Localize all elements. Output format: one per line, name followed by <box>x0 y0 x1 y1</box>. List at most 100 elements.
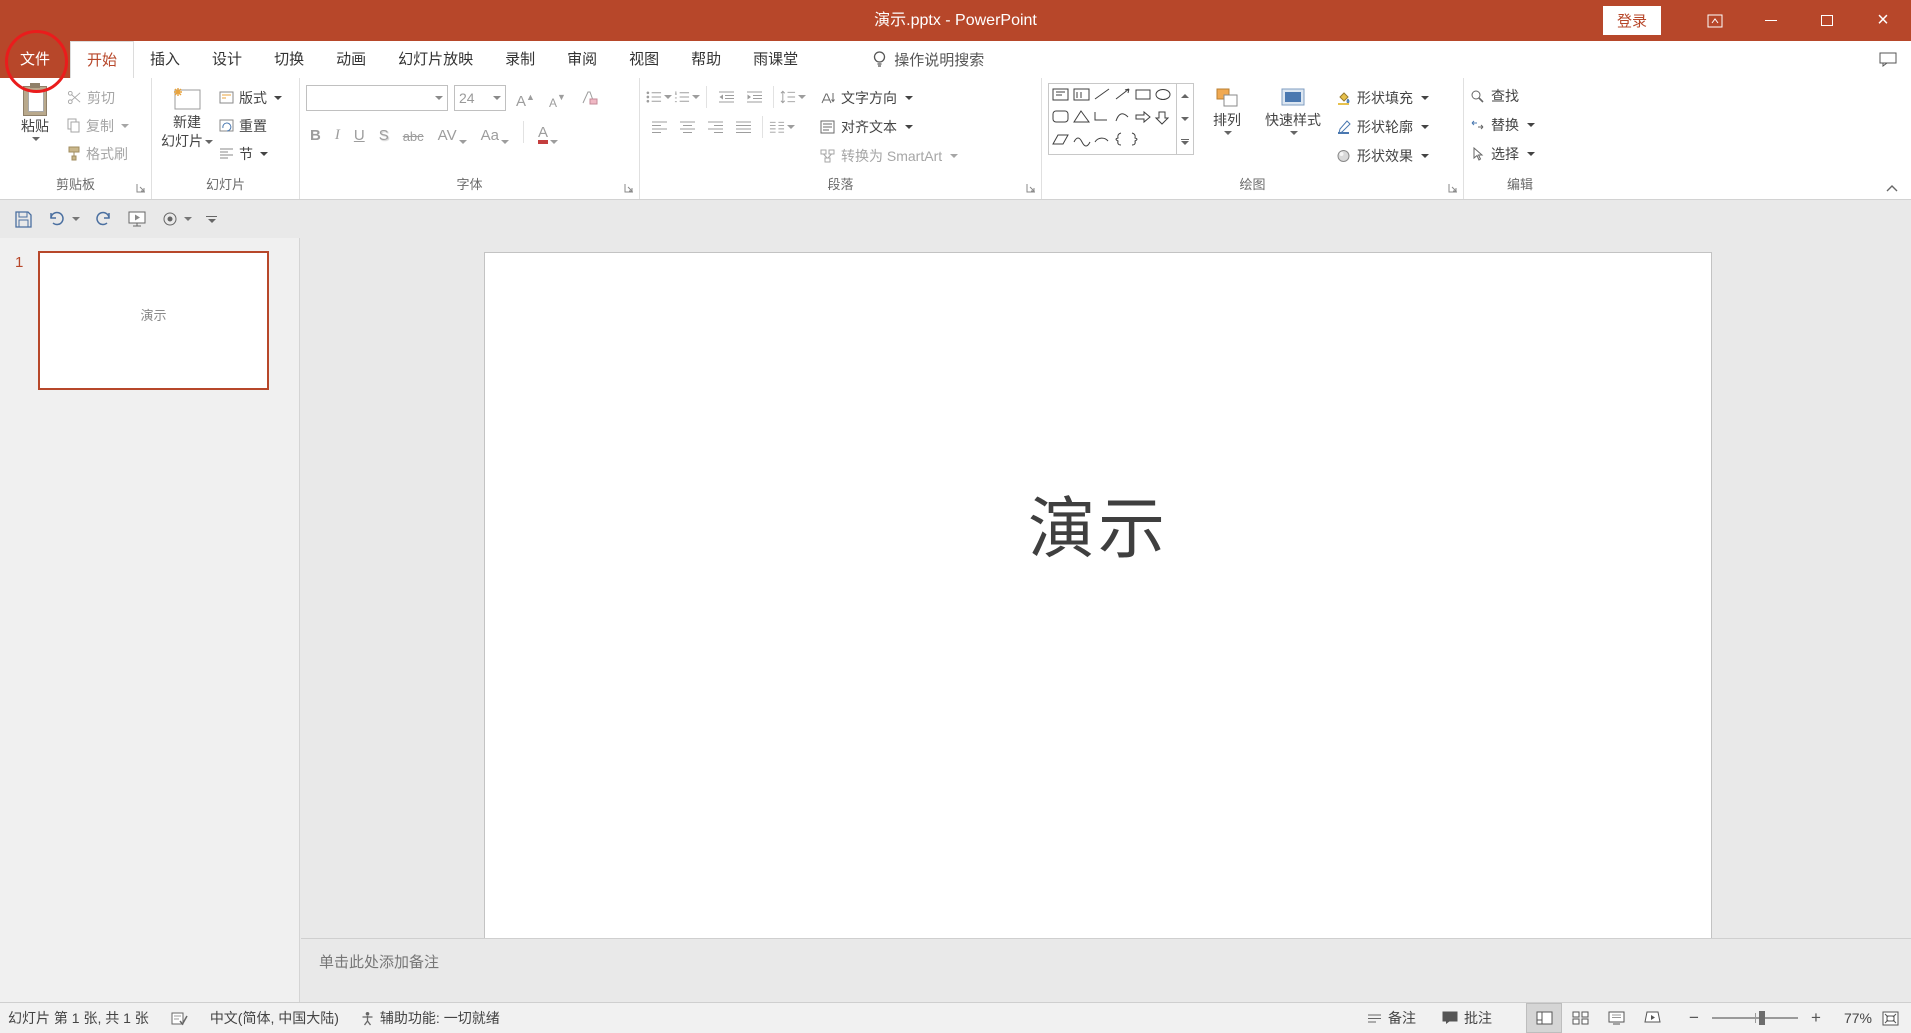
tab-design[interactable]: 设计 <box>196 41 258 78</box>
paste-dropdown-icon[interactable] <box>32 137 40 141</box>
zoom-in-button[interactable]: + <box>1806 1008 1826 1028</box>
gallery-more-button[interactable] <box>1177 131 1193 154</box>
tab-review[interactable]: 审阅 <box>551 41 613 78</box>
replace-dropdown-icon[interactable] <box>1527 123 1535 127</box>
font-name-combo[interactable] <box>306 85 448 111</box>
underline-button[interactable]: U <box>350 120 369 144</box>
bold-button[interactable]: B <box>306 120 325 144</box>
drawing-dialog-launcher[interactable] <box>1447 182 1459 194</box>
comments-toggle-button[interactable]: 批注 <box>1442 1008 1492 1028</box>
decrease-font-button[interactable]: A▼ <box>545 86 570 110</box>
slideshow-view-button[interactable] <box>1634 1003 1670 1033</box>
layout-button[interactable]: 版式 <box>216 85 285 110</box>
arrange-button[interactable]: 排列 <box>1204 83 1250 175</box>
language-status-button[interactable]: 中文(简体, 中国大陆) <box>210 1008 339 1028</box>
convert-smartart-dropdown-icon[interactable] <box>950 154 958 158</box>
change-case-button[interactable]: Aa <box>477 120 513 144</box>
cut-button[interactable]: 剪切 <box>64 85 132 110</box>
character-spacing-dropdown-icon[interactable] <box>459 140 467 144</box>
font-size-combo[interactable]: 24 <box>454 85 506 111</box>
slide-title-text[interactable]: 演示 <box>1028 475 1168 572</box>
save-button[interactable] <box>14 210 33 229</box>
redo-button[interactable] <box>94 210 113 228</box>
customize-qat-button[interactable] <box>206 216 217 223</box>
file-tab[interactable]: 文件 <box>0 41 70 78</box>
zoom-slider-handle[interactable] <box>1759 1011 1765 1025</box>
slide-thumbnail[interactable]: 演示 <box>38 251 269 390</box>
replace-button[interactable]: 替换 <box>1470 112 1570 137</box>
font-name-dropdown-icon[interactable] <box>435 96 443 100</box>
shape-outline-dropdown-icon[interactable] <box>1421 125 1429 129</box>
align-text-dropdown-icon[interactable] <box>905 125 913 129</box>
font-size-dropdown-icon[interactable] <box>493 96 501 100</box>
tab-transitions[interactable]: 切换 <box>258 41 320 78</box>
shape-gallery[interactable] <box>1048 83 1194 155</box>
copy-dropdown-icon[interactable] <box>121 124 129 128</box>
accessibility-status-button[interactable]: 辅助功能: 一切就绪 <box>361 1008 500 1028</box>
shape-outline-button[interactable]: 形状轮廓 <box>1336 114 1429 139</box>
tab-slideshow[interactable]: 幻灯片放映 <box>382 41 489 78</box>
touch-mode-dropdown-icon[interactable] <box>184 217 192 221</box>
convert-smartart-button[interactable]: 转换为 SmartArt <box>820 143 958 168</box>
normal-view-button[interactable] <box>1526 1003 1562 1033</box>
tellme-search[interactable]: 操作说明搜索 <box>872 41 984 78</box>
text-direction-button[interactable]: 文字方向 <box>820 85 958 110</box>
copy-button[interactable]: 复制 <box>64 113 132 138</box>
numbering-dropdown-icon[interactable] <box>692 95 700 99</box>
gallery-scroll-down-button[interactable] <box>1177 107 1193 130</box>
align-left-button[interactable] <box>646 115 672 139</box>
paste-button[interactable]: 粘贴 <box>6 83 64 175</box>
layout-dropdown-icon[interactable] <box>274 96 282 100</box>
tab-help[interactable]: 帮助 <box>675 41 737 78</box>
clear-formatting-button[interactable] <box>576 86 602 110</box>
character-spacing-button[interactable]: AV <box>434 120 471 144</box>
text-direction-dropdown-icon[interactable] <box>905 96 913 100</box>
numbering-button[interactable] <box>674 85 700 109</box>
font-color-button[interactable]: A <box>534 120 562 144</box>
justify-button[interactable] <box>730 115 756 139</box>
close-button[interactable]: × <box>1855 0 1911 41</box>
clipboard-dialog-launcher[interactable] <box>135 182 147 194</box>
quick-styles-button[interactable]: 快速样式 <box>1260 83 1326 175</box>
text-shadow-button[interactable]: S <box>375 120 393 144</box>
increase-font-button[interactable]: A▲ <box>512 86 539 110</box>
columns-button[interactable] <box>769 115 795 139</box>
decrease-indent-button[interactable] <box>713 85 739 109</box>
new-slide-button[interactable]: 新建 幻灯片 <box>158 83 216 175</box>
change-case-dropdown-icon[interactable] <box>501 140 509 144</box>
tab-view[interactable]: 视图 <box>613 41 675 78</box>
align-right-button[interactable] <box>702 115 728 139</box>
align-text-button[interactable]: 对齐文本 <box>820 114 958 139</box>
undo-dropdown-icon[interactable] <box>72 217 80 221</box>
reset-button[interactable]: 重置 <box>216 113 285 138</box>
touch-mode-button[interactable] <box>161 210 192 228</box>
slide-number-status[interactable]: 幻灯片 第 1 张, 共 1 张 <box>8 1008 149 1028</box>
columns-dropdown-icon[interactable] <box>787 125 795 129</box>
quick-styles-dropdown-icon[interactable] <box>1290 131 1298 135</box>
bullets-dropdown-icon[interactable] <box>664 95 672 99</box>
tab-insert[interactable]: 插入 <box>134 41 196 78</box>
reading-view-button[interactable] <box>1598 1003 1634 1033</box>
undo-button[interactable] <box>47 210 80 228</box>
section-dropdown-icon[interactable] <box>260 152 268 156</box>
comments-panel-button[interactable] <box>1865 41 1911 78</box>
minimize-button[interactable] <box>1743 0 1799 41</box>
strikethrough-button[interactable]: abc <box>399 120 428 144</box>
tab-record[interactable]: 录制 <box>489 41 551 78</box>
tab-home[interactable]: 开始 <box>70 41 134 78</box>
fit-slide-to-window-button[interactable] <box>1882 1011 1899 1026</box>
spellcheck-status-button[interactable] <box>171 1011 188 1026</box>
paragraph-dialog-launcher[interactable] <box>1025 182 1037 194</box>
shape-effects-dropdown-icon[interactable] <box>1421 154 1429 158</box>
line-spacing-dropdown-icon[interactable] <box>798 95 806 99</box>
font-color-dropdown-icon[interactable] <box>550 140 558 144</box>
gallery-scroll-up-button[interactable] <box>1177 84 1193 107</box>
increase-indent-button[interactable] <box>741 85 767 109</box>
login-button[interactable]: 登录 <box>1603 6 1661 35</box>
slide-thumbnail-panel[interactable]: 1 演示 <box>0 238 300 1002</box>
zoom-percentage[interactable]: 77% <box>1826 1010 1872 1026</box>
ribbon-display-options-button[interactable] <box>1687 0 1743 41</box>
notes-placeholder[interactable]: 单击此处添加备注 <box>319 951 439 972</box>
font-dialog-launcher[interactable] <box>623 182 635 194</box>
line-spacing-button[interactable] <box>780 85 806 109</box>
